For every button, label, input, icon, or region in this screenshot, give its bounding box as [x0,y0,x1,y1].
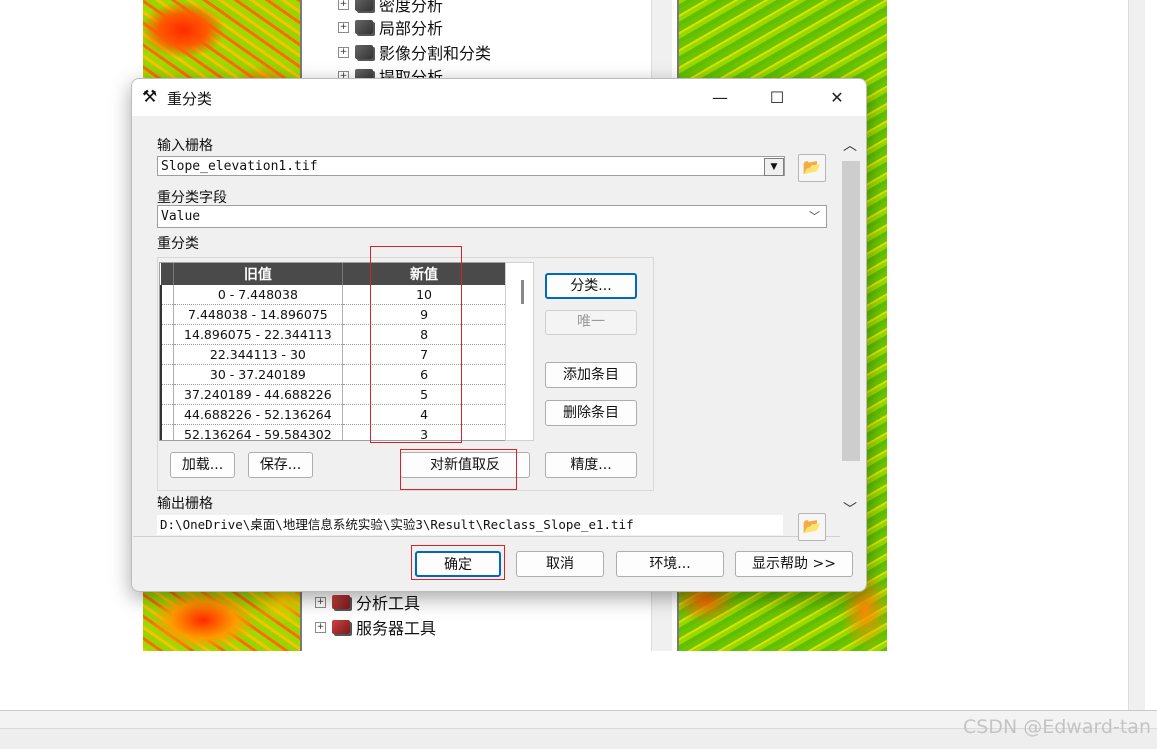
row-header[interactable] [160,285,174,305]
tree-item-local[interactable]: + 局部分析 [338,15,443,39]
input-raster-label: 输入栅格 [157,138,213,154]
expand-icon[interactable]: + [338,0,349,10]
tree-item-label: 分析工具 [356,594,421,613]
minimize-button[interactable]: — [697,79,743,116]
tree-item-segmentation[interactable]: + 影像分割和分类 [338,40,491,64]
add-entry-button[interactable]: 添加条目 [545,362,637,388]
row-header[interactable] [160,344,174,365]
highlight-reverse-button [400,449,517,490]
tree-item-label: 服务器工具 [356,619,437,638]
environment-button[interactable]: 环境... [616,551,724,577]
precision-button[interactable]: 精度... [545,452,637,478]
old-value-cell[interactable]: 14.896075 - 22.344113 [173,324,344,345]
tree-item-label: 密度分析 [379,0,444,15]
row-header[interactable] [160,324,174,345]
highlight-new-values [370,246,462,443]
delete-entry-button[interactable]: 删除条目 [545,400,637,426]
dialog-titlebar[interactable]: ⚒ 重分类 — ☐ ✕ [132,79,866,116]
close-button[interactable]: ✕ [814,79,860,116]
expand-icon[interactable]: + [338,46,349,58]
cancel-button[interactable]: 取消 [516,551,604,577]
reclass-field-label: 重分类字段 [157,190,227,206]
old-value-cell[interactable]: 37.240189 - 44.688226 [173,384,344,405]
row-header[interactable] [160,304,174,325]
tree-item-label: 局部分析 [379,19,444,38]
toolbox-icon [355,0,373,11]
table-scrollbar-thumb[interactable] [521,280,524,304]
row-header[interactable] [160,384,174,405]
reclass-label: 重分类 [157,236,199,252]
scrollbar-thumb[interactable] [842,161,860,461]
chevron-down-icon[interactable]: ﹀ [809,208,820,224]
tree-item-density[interactable]: + 密度分析 [338,0,443,16]
load-button[interactable]: 加载... [170,452,235,478]
row-header[interactable] [160,404,174,425]
scroll-up-icon[interactable]: ︿ [843,135,857,155]
classify-button[interactable]: 分类... [545,273,637,299]
old-value-cell[interactable]: 52.136264 - 59.584302 [173,424,344,440]
tree-item-label: 影像分割和分类 [379,44,492,63]
table-scrollbar[interactable] [505,262,534,441]
dialog-title: 重分类 [167,90,213,108]
row-header[interactable] [160,424,174,440]
expand-icon[interactable]: + [315,596,326,608]
toolbox-icon [332,620,350,634]
old-value-cell[interactable]: 0 - 7.448038 [173,285,344,305]
toolbox-icon [355,20,373,34]
tree-item-server[interactable]: + 服务器工具 [315,615,436,639]
reclassify-dialog: ⚒ 重分类 — ☐ ✕ ︿ ﹀ 输入栅格 Slope_elevation1.ti… [131,78,867,592]
old-value-cell[interactable]: 7.448038 - 14.896075 [173,304,344,325]
maximize-button[interactable]: ☐ [754,79,800,116]
old-value-cell[interactable]: 22.344113 - 30 [173,344,344,365]
toolbox-icon [355,45,373,59]
toolbox-icon [332,595,350,609]
input-raster-combo[interactable]: Slope_elevation1.tif [157,156,785,176]
window-scrollbar[interactable] [1128,0,1145,710]
reclass-field-select[interactable]: Value [157,205,827,228]
column-old-value[interactable]: 旧值 [173,263,344,285]
chevron-down-icon[interactable]: ▼ [764,158,784,176]
highlight-ok-button [411,545,505,580]
watermark: CSDN @Edward-tan [963,716,1151,738]
row-header[interactable] [160,364,174,385]
save-button[interactable]: 保存... [248,452,313,478]
expand-icon[interactable]: + [315,621,326,633]
output-raster-input[interactable]: D:\OneDrive\桌面\地理信息系统实验\实验3\Result\Recla… [157,515,783,535]
output-raster-label: 输出栅格 [157,496,213,512]
open-folder-icon[interactable]: 📂 [798,513,826,541]
unique-button[interactable]: 唯一 [545,310,637,335]
old-value-cell[interactable]: 44.688226 - 52.136264 [173,404,344,425]
tree-item-analysis[interactable]: + 分析工具 [315,590,420,614]
old-value-cell[interactable]: 30 - 37.240189 [173,364,344,385]
scroll-down-icon[interactable]: ﹀ [843,499,857,519]
open-folder-icon[interactable]: 📂 [798,154,826,182]
expand-icon[interactable]: + [338,21,349,33]
hammer-icon: ⚒ [142,87,158,107]
show-help-button[interactable]: 显示帮助 >> [735,551,853,577]
